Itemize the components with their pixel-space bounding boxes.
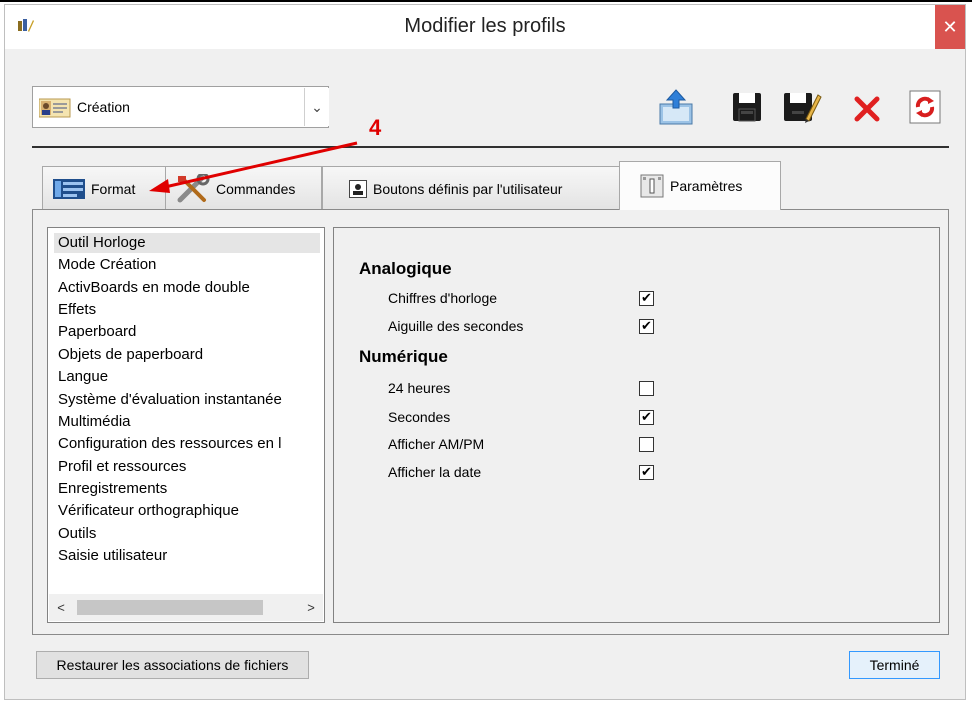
tab-content-panel: Outil Horloge Mode Création ActivBoards … xyxy=(32,209,949,635)
scroll-right-icon[interactable]: > xyxy=(303,598,319,616)
annotation-number: 4 xyxy=(369,115,382,140)
checkbox-chiffres[interactable]: ✔ xyxy=(639,291,654,306)
list-item[interactable]: Saisie utilisateur xyxy=(58,546,167,566)
checkbox-aiguille[interactable]: ✔ xyxy=(639,319,654,334)
done-button[interactable]: Terminé xyxy=(849,651,940,679)
option-label: Afficher la date xyxy=(388,464,482,480)
checkbox-date[interactable]: ✔ xyxy=(639,465,654,480)
checkbox-ampm[interactable] xyxy=(639,437,654,452)
list-item[interactable]: Profil et ressources xyxy=(58,457,186,477)
option-label: 24 heures xyxy=(388,380,451,396)
horizontal-scrollbar[interactable]: < > xyxy=(49,594,323,621)
annotation-arrow xyxy=(149,141,358,193)
dialog-window: Modifier les profils ✕ Création ⌄ Format xyxy=(4,4,966,700)
list-item[interactable]: Outils xyxy=(58,524,96,544)
checkmark-icon: ✔ xyxy=(641,465,652,480)
checkmark-icon: ✔ xyxy=(641,319,652,334)
category-list[interactable]: Outil Horloge Mode Création ActivBoards … xyxy=(47,227,325,623)
section-analogique: Analogique xyxy=(359,259,452,278)
list-item[interactable]: Système d'évaluation instantanée xyxy=(58,390,282,410)
option-label: Chiffres d'horloge xyxy=(388,290,498,306)
list-item[interactable]: Enregistrements xyxy=(58,479,167,499)
list-item[interactable]: ActivBoards en mode double xyxy=(58,278,250,298)
checkmark-icon: ✔ xyxy=(641,291,652,306)
checkbox-24h[interactable] xyxy=(639,381,654,396)
tab-parametres[interactable]: Paramètres xyxy=(619,161,781,210)
section-numerique: Numérique xyxy=(359,347,448,366)
option-label: Afficher AM/PM xyxy=(388,436,485,452)
option-label: Secondes xyxy=(388,409,451,425)
scroll-left-icon[interactable]: < xyxy=(53,598,69,616)
list-item[interactable]: Langue xyxy=(58,367,108,387)
list-item[interactable]: Objets de paperboard xyxy=(58,345,203,365)
list-item[interactable]: Paperboard xyxy=(58,322,136,342)
list-item[interactable]: Multimédia xyxy=(58,412,131,432)
page-top-border xyxy=(0,0,972,2)
list-item[interactable]: Mode Création xyxy=(58,255,156,275)
option-label: Aiguille des secondes xyxy=(388,318,524,334)
scrollbar-thumb[interactable] xyxy=(77,600,263,615)
list-item[interactable]: Outil Horloge xyxy=(54,233,320,253)
checkbox-secondes[interactable]: ✔ xyxy=(639,410,654,425)
tab-parametres-label: Paramètres xyxy=(670,178,743,194)
settings-panel: Analogique Chiffres d'horloge ✔ Aiguille… xyxy=(333,227,940,623)
restore-associations-button[interactable]: Restaurer les associations de fichiers xyxy=(36,651,309,679)
settings-icon xyxy=(640,174,664,198)
list-item[interactable]: Configuration des ressources en l xyxy=(58,434,281,454)
list-item[interactable]: Effets xyxy=(58,300,96,320)
list-item[interactable]: Vérificateur orthographique xyxy=(58,501,239,521)
checkmark-icon: ✔ xyxy=(641,410,652,425)
